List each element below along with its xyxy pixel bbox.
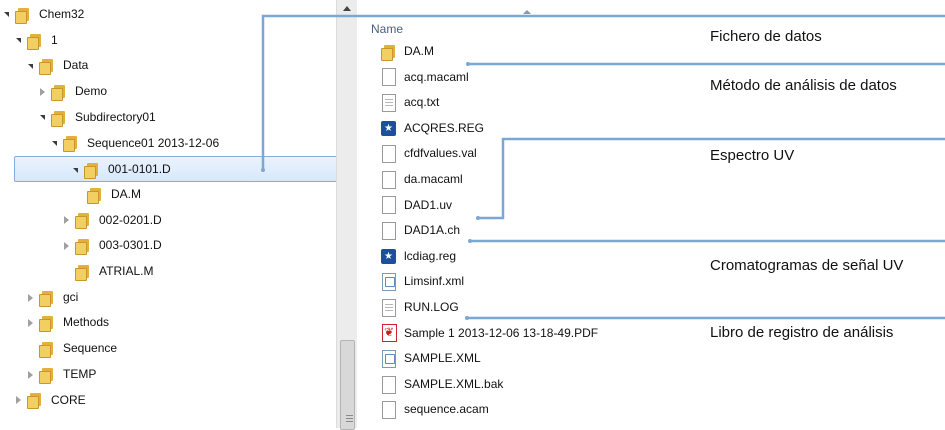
leader-dot	[261, 168, 265, 172]
leader-dot	[468, 239, 472, 243]
leader-line-data-file	[261, 14, 945, 170]
leader-dot	[476, 216, 480, 220]
leader-dot	[465, 316, 469, 320]
leader-dot	[466, 62, 470, 66]
callout-lines	[261, 14, 945, 320]
leader-line-uv-spectrum	[478, 137, 945, 220]
